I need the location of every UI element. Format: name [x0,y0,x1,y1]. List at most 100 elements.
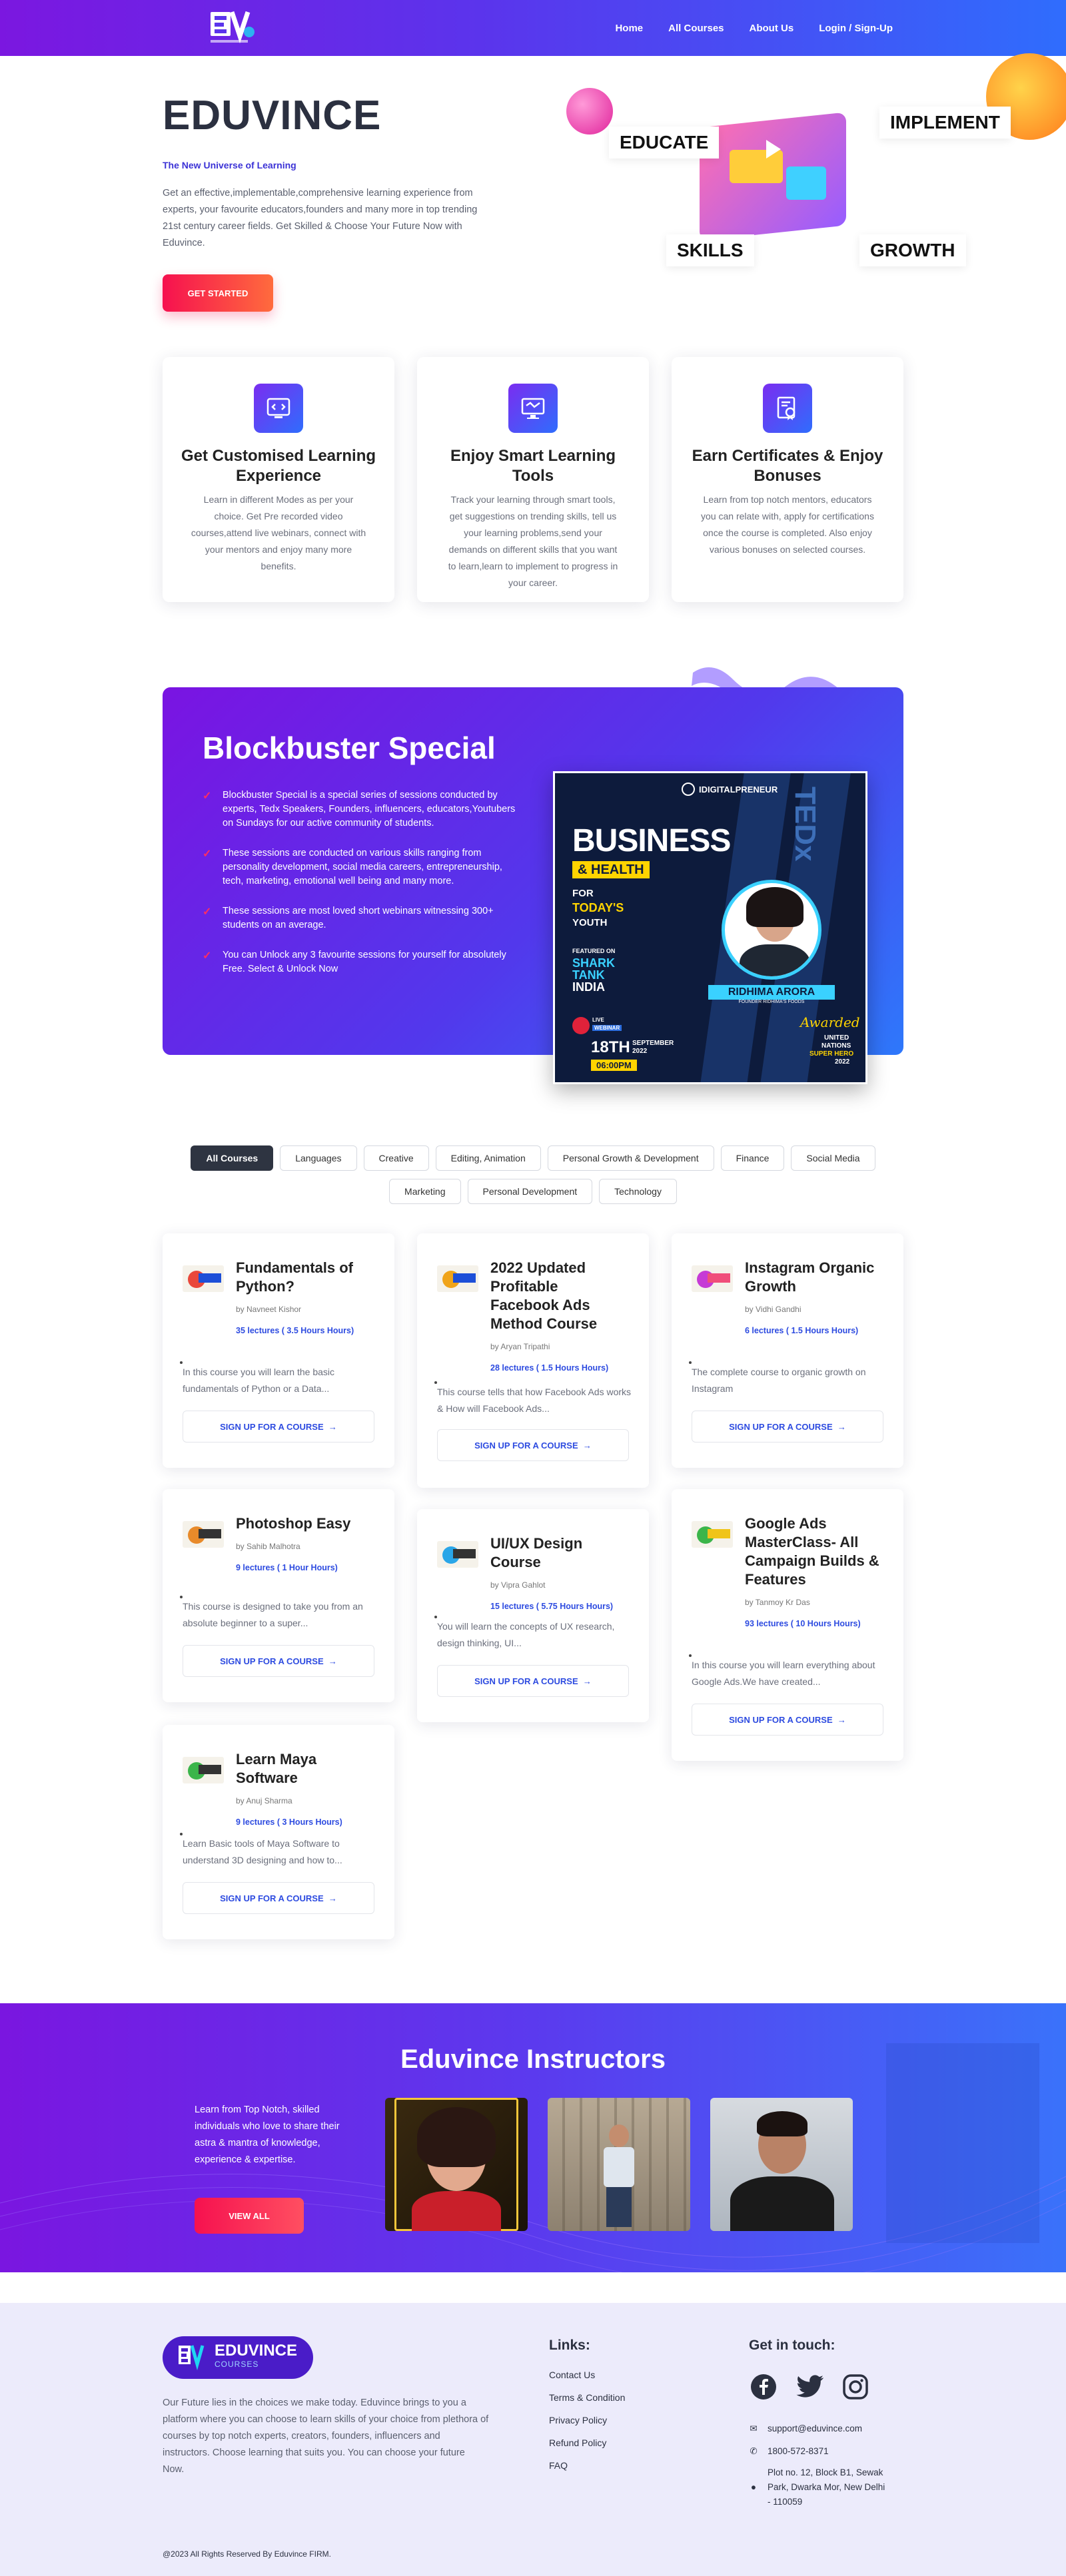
footer-link-faq[interactable]: FAQ [549,2460,625,2471]
course-description: You will learn the concepts of UX resear… [434,1616,637,1652]
list-item: ✓ You can Unlock any 3 favourite sessions… [203,950,506,974]
footer-link-terms[interactable]: Terms & Condition [549,2392,625,2403]
course-card[interactable]: Fundamentals of Python? by Navneet Kishor… [163,1233,394,1468]
monitor-icon [508,384,558,433]
arrow-right-icon: → [328,1893,337,1903]
view-all-button[interactable]: VIEW ALL [195,2198,304,2234]
filter-creative[interactable]: Creative [363,1145,429,1171]
course-title[interactable]: Fundamentals of Python? by Navneet Kishor… [236,1259,376,1340]
course-author: by Sahib Malhotra [236,1542,300,1551]
nav-home[interactable]: Home [615,23,643,34]
top-nav: Home All Courses About Us Login / Sign-U… [0,0,1066,56]
arrow-right-icon: → [582,1676,592,1686]
filter-personal-growth[interactable]: Personal Growth & Development [547,1145,714,1171]
twitter-icon[interactable] [796,2372,825,2402]
signup-course-button[interactable]: SIGN UP FOR A COURSE → [183,1411,374,1443]
list-item: ✓ These sessions are conducted on various… [203,848,502,886]
signup-course-button[interactable]: SIGN UP FOR A COURSE → [692,1704,883,1736]
instructor-photo[interactable] [710,2098,853,2231]
poster-text: NATIONS [821,1042,851,1050]
course-title[interactable]: 2022 Updated Profitable Facebook Ads Met… [490,1259,630,1377]
feature-text: Track your learning through smart tools,… [448,494,618,588]
footer-links: Contact Us Terms & Condition Privacy Pol… [549,2370,625,2483]
site-footer: EDUVINCE COURSES Our Future lies in the c… [0,2303,1066,2576]
eduvince-logo[interactable] [207,8,260,48]
signup-course-button[interactable]: SIGN UP FOR A COURSE → [692,1411,883,1443]
filter-marketing[interactable]: Marketing [389,1179,461,1204]
course-author: by Anuj Sharma [236,1796,292,1805]
course-author: by Navneet Kishor [236,1305,302,1314]
course-lectures: 93 lectures ( 10 Hours Hours) [745,1619,861,1628]
feature-card: Earn Certificates & Enjoy Bonuses Learn … [672,357,903,602]
poster-text: TANK [572,968,605,982]
filter-finance[interactable]: Finance [720,1145,785,1171]
sticker-implement: IMPLEMENT [879,107,1011,139]
poster-time: 06:00PM [591,1060,637,1071]
arrow-right-icon: → [328,1421,337,1432]
footer-link-refund[interactable]: Refund Policy [549,2437,625,2448]
course-title[interactable]: Instagram Organic Growth by Vidhi Gandhi 6… [745,1259,885,1340]
nav-login-signup[interactable]: Login / Sign-Up [819,23,893,34]
webinar-poster[interactable]: TEDx IDIGITALPRENEUR BUSINESS & HEALTH F… [553,771,867,1084]
signup-course-button[interactable]: SIGN UP FOR A COURSE → [183,1645,374,1677]
location-pin-icon: ● [750,2482,757,2492]
footer-link-privacy[interactable]: Privacy Policy [549,2415,625,2425]
course-description: This course is designed to take you from… [180,1596,382,1632]
get-started-button[interactable]: GET STARTED [163,274,273,312]
instructors-text: Learn from Top Notch, skilled individual… [195,2104,340,2165]
contact-email[interactable]: ✉ support@eduvince.com [749,2421,862,2436]
hero-subtitle: The New Universe of Learning [163,160,296,170]
filter-all-courses[interactable]: All Courses [191,1145,274,1171]
filter-languages[interactable]: Languages [280,1145,357,1171]
course-card[interactable]: Learn Maya Software by Anuj Sharma 9 lectu… [163,1725,394,1939]
course-title[interactable]: Photoshop Easy by Sahib Malhotra 9 lecture… [236,1514,376,1577]
tedx-watermark: TEDx [789,787,821,862]
course-title[interactable]: UI/UX Design Course by Vipra Gahlot 15 lec… [490,1534,630,1616]
course-card[interactable]: Google Ads MasterClass- All Campaign Bui… [672,1489,903,1761]
filter-editing-animation[interactable]: Editing, Animation [435,1145,541,1171]
course-title[interactable]: Learn Maya Software by Anuj Sharma 9 lectu… [236,1750,376,1831]
signup-course-button[interactable]: SIGN UP FOR A COURSE → [437,1665,629,1697]
facebook-icon[interactable] [749,2372,778,2402]
filter-personal-development[interactable]: Personal Development [467,1179,593,1204]
poster-text: FOR [572,888,594,899]
nav-all-courses[interactable]: All Courses [668,23,724,34]
instructor-photo[interactable] [385,2098,528,2231]
envelope-icon: ✉ [750,2423,758,2433]
course-thumbnail [183,1265,224,1292]
course-description: The complete course to organic growth on… [689,1361,891,1397]
instagram-icon[interactable] [841,2372,870,2402]
course-lectures: 28 lectures ( 1.5 Hours Hours) [490,1363,609,1373]
course-description: Learn Basic tools of Maya Software to un… [180,1833,382,1869]
course-lectures: 9 lectures ( 3 Hours Hours) [236,1817,342,1827]
contact-phone[interactable]: ✆ 1800-572-8371 [749,2444,828,2459]
feature-card: Get Customised Learning Experience Learn… [163,357,394,602]
course-card[interactable]: UI/UX Design Course by Vipra Gahlot 15 lec… [417,1509,649,1722]
footer-link-contact[interactable]: Contact Us [549,2370,625,2380]
nav-about-us[interactable]: About Us [750,23,794,34]
feature-text: Learn in different Modes as per your cho… [191,494,366,571]
signup-course-button[interactable]: SIGN UP FOR A COURSE → [183,1882,374,1914]
course-title[interactable]: Google Ads MasterClass- All Campaign Bui… [745,1514,885,1633]
poster-text: SHARK [572,956,616,970]
course-card[interactable]: Instagram Organic Growth by Vidhi Gandhi 6… [672,1233,903,1468]
course-card[interactable]: Photoshop Easy by Sahib Malhotra 9 lecture… [163,1489,394,1702]
speaker-role: FOUNDER RIDHIMA'S FOODS [738,1000,805,1004]
award-text: Awarded [800,1014,860,1030]
course-thumbnail [437,1541,478,1568]
signup-course-button[interactable]: SIGN UP FOR A COURSE → [437,1429,629,1461]
footer-logo[interactable]: EDUVINCE COURSES [163,2336,313,2379]
arrow-right-icon: → [328,1656,337,1666]
blockbuster-points: ✓ Blockbuster Special is a special series… [203,789,522,992]
footer-links-title: Links: [549,2338,590,2353]
poster-text: LIVE [592,1017,604,1023]
poster-date: 18TH [591,1038,630,1056]
filter-social-media[interactable]: Social Media [791,1145,875,1171]
filter-technology[interactable]: Technology [599,1179,677,1204]
instructor-photo[interactable] [548,2098,690,2231]
poster-text: WEBINAR [592,1025,622,1031]
course-thumbnail [692,1521,733,1548]
course-author: by Vidhi Gandhi [745,1305,801,1314]
pink-sphere [566,88,613,135]
course-card[interactable]: 2022 Updated Profitable Facebook Ads Met… [417,1233,649,1488]
